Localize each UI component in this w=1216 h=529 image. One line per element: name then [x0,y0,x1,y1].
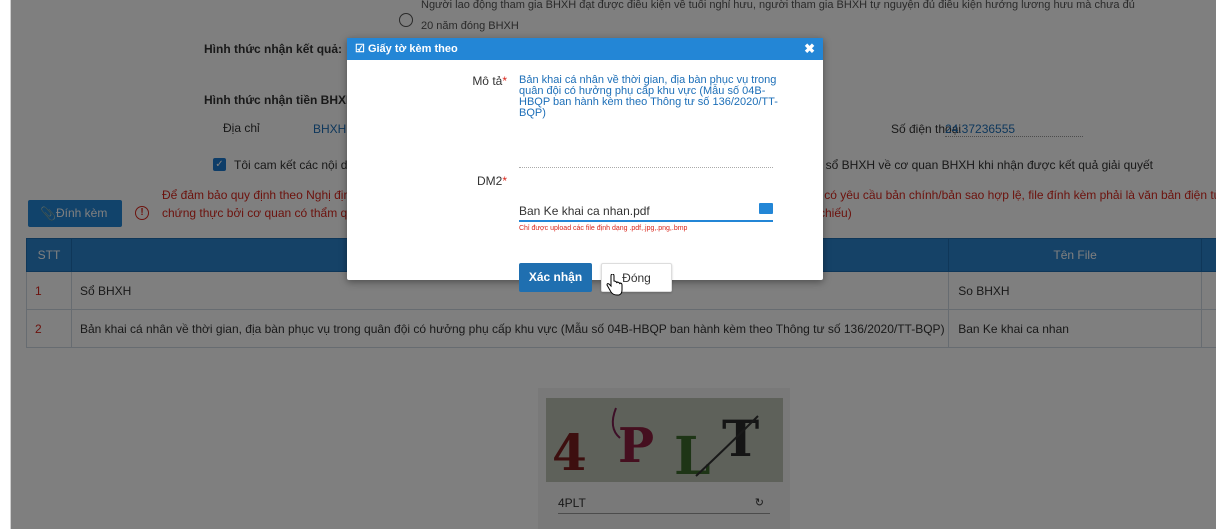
dm2-label-text: DM2 [476,174,503,188]
attachment-modal: ☑ Giấy tờ kèm theo ✖ Mô tả* Bản khai cá … [347,38,823,296]
confirm-button[interactable]: Xác nhận [519,263,592,292]
mota-label-text: Mô tả [472,74,503,88]
dm2-file-name: Ban Ke khai ca nhan.pdf [519,204,650,218]
modal-header: ☑ Giấy tờ kèm theo ✖ [347,38,823,60]
required-mark: * [502,74,507,88]
modal-title: Giấy tờ kèm theo [367,43,458,55]
close-icon[interactable]: ✖ [804,38,815,60]
upload-hint: Chỉ được upload các file định dạng .pdf,… [519,225,688,232]
mota-underline [519,167,773,168]
mota-label: Mô tả* [457,74,507,88]
dm2-file-input[interactable]: Ban Ke khai ca nhan.pdf [519,202,773,222]
checkbox-icon: ☑ [355,43,365,55]
folder-icon[interactable] [759,203,773,214]
mota-value[interactable]: Bản khai cá nhân về thời gian, địa bàn p… [519,75,779,119]
dm2-label: DM2* [457,174,507,188]
modal-body: Mô tả* Bản khai cá nhân về thời gian, đị… [347,60,823,296]
required-mark: * [502,174,507,188]
browser-viewport: Người lao động tham gia BHXH đạt được đi… [10,0,1216,529]
hand-cursor-icon [606,274,623,296]
